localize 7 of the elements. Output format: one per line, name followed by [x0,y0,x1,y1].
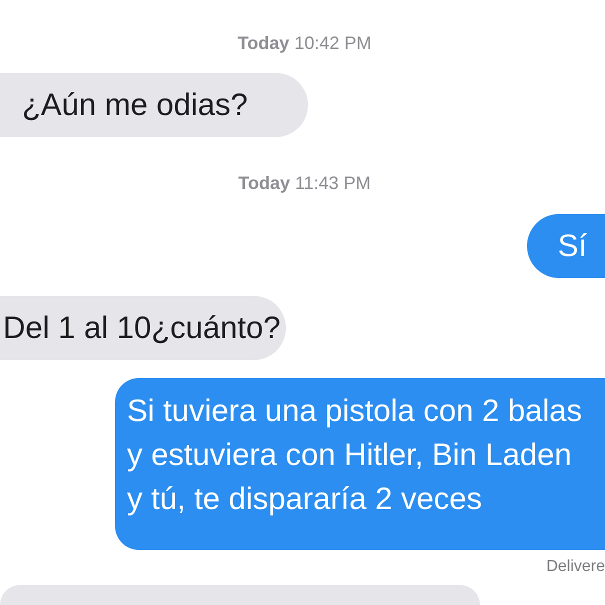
delivery-status: Delivere [546,558,605,576]
incoming-message: Del 1 al 10¿cuánto? [0,296,286,360]
outgoing-message: Si tuviera una pistola con 2 balas y estuviera con Hitler, Bin Laden y tú, te dispararía 2 veces [115,378,605,550]
timestamp-text: Today 10:42 PM [238,32,372,54]
incoming-message: ¿Aún me odias? [0,73,308,137]
outgoing-message: Sí [526,214,605,278]
timestamp-text: Today 11:43 PM [238,172,371,194]
